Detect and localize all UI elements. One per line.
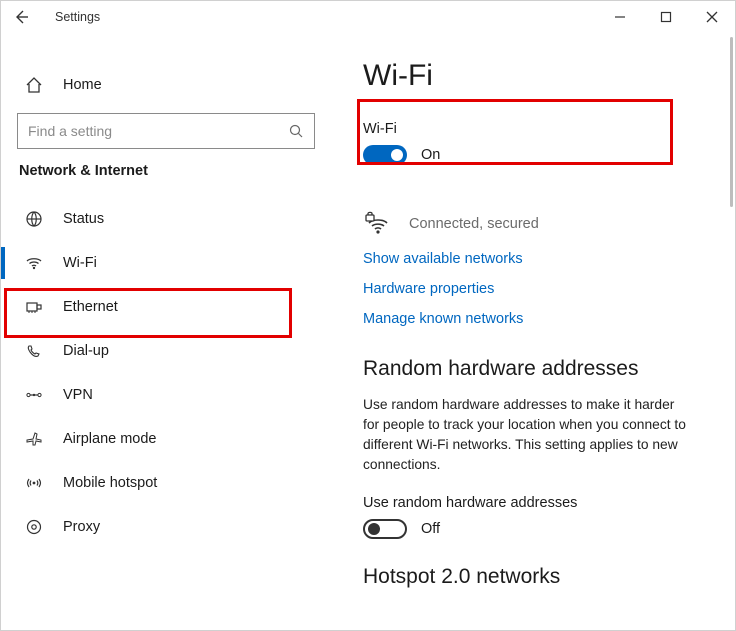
sidebar-item-label: Wi-Fi bbox=[63, 255, 97, 271]
wifi-links: Show available networks Hardware propert… bbox=[363, 251, 709, 327]
random-hw-toggle[interactable] bbox=[363, 519, 407, 539]
wifi-toggle[interactable] bbox=[363, 145, 407, 165]
minimize-button[interactable] bbox=[597, 1, 643, 33]
sidebar: Home Find a setting Network & Internet S… bbox=[1, 33, 331, 629]
sidebar-item-vpn[interactable]: VPN bbox=[1, 373, 331, 417]
sidebar-item-label: VPN bbox=[63, 387, 93, 403]
sidebar-item-label: Proxy bbox=[63, 519, 100, 535]
sidebar-item-label: Airplane mode bbox=[63, 431, 157, 447]
sidebar-item-wifi[interactable]: Wi-Fi bbox=[1, 241, 331, 285]
settings-window: Settings Home Find a setting bbox=[0, 0, 736, 631]
sidebar-item-label: Ethernet bbox=[63, 299, 118, 315]
link-hardware-properties[interactable]: Hardware properties bbox=[363, 281, 709, 297]
sidebar-item-label: Status bbox=[63, 211, 104, 227]
sidebar-item-ethernet[interactable]: Ethernet bbox=[1, 285, 331, 329]
section-heading: Network & Internet bbox=[19, 163, 331, 179]
wifi-icon bbox=[23, 254, 45, 272]
connection-status-text: Connected, secured bbox=[409, 216, 539, 232]
sidebar-item-hotspot[interactable]: Mobile hotspot bbox=[1, 461, 331, 505]
search-placeholder: Find a setting bbox=[28, 123, 288, 139]
sidebar-item-proxy[interactable]: Proxy bbox=[1, 505, 331, 549]
page-title: Wi-Fi bbox=[363, 59, 709, 93]
connection-status-row: Connected, secured bbox=[363, 211, 709, 237]
scrollbar[interactable] bbox=[730, 37, 733, 207]
hotspot-icon bbox=[23, 474, 45, 492]
dialup-icon bbox=[23, 342, 45, 360]
proxy-icon bbox=[23, 518, 45, 536]
link-manage-known-networks[interactable]: Manage known networks bbox=[363, 311, 709, 327]
hotspot2-heading: Hotspot 2.0 networks bbox=[363, 565, 709, 589]
sidebar-item-status[interactable]: Status bbox=[1, 197, 331, 241]
wifi-toggle-label: Wi-Fi bbox=[363, 121, 709, 137]
sidebar-item-label: Dial-up bbox=[63, 343, 109, 359]
wifi-toggle-state: On bbox=[421, 147, 440, 163]
link-show-networks[interactable]: Show available networks bbox=[363, 251, 709, 267]
random-hw-toggle-state: Off bbox=[421, 521, 440, 537]
sidebar-item-label: Mobile hotspot bbox=[63, 475, 157, 491]
sidebar-item-dialup[interactable]: Dial-up bbox=[1, 329, 331, 373]
search-input[interactable]: Find a setting bbox=[17, 113, 315, 149]
window-title: Settings bbox=[55, 10, 100, 24]
home-icon bbox=[23, 76, 45, 94]
close-button[interactable] bbox=[689, 1, 735, 33]
search-icon bbox=[288, 123, 304, 139]
titlebar: Settings bbox=[1, 1, 735, 33]
secured-wifi-icon bbox=[363, 211, 393, 237]
back-button[interactable] bbox=[13, 9, 37, 25]
content-pane: Wi-Fi Wi-Fi On Connect bbox=[331, 33, 735, 629]
status-icon bbox=[23, 210, 45, 228]
random-hw-description: Use random hardware addresses to make it… bbox=[363, 395, 693, 475]
random-hw-heading: Random hardware addresses bbox=[363, 357, 709, 381]
ethernet-icon bbox=[23, 298, 45, 316]
home-nav[interactable]: Home bbox=[1, 63, 331, 107]
sidebar-item-airplane[interactable]: Airplane mode bbox=[1, 417, 331, 461]
maximize-button[interactable] bbox=[643, 1, 689, 33]
airplane-icon bbox=[23, 430, 45, 448]
vpn-icon bbox=[23, 386, 45, 404]
home-label: Home bbox=[63, 77, 102, 93]
random-hw-toggle-label: Use random hardware addresses bbox=[363, 495, 709, 511]
wifi-toggle-section: Wi-Fi On bbox=[363, 121, 709, 179]
